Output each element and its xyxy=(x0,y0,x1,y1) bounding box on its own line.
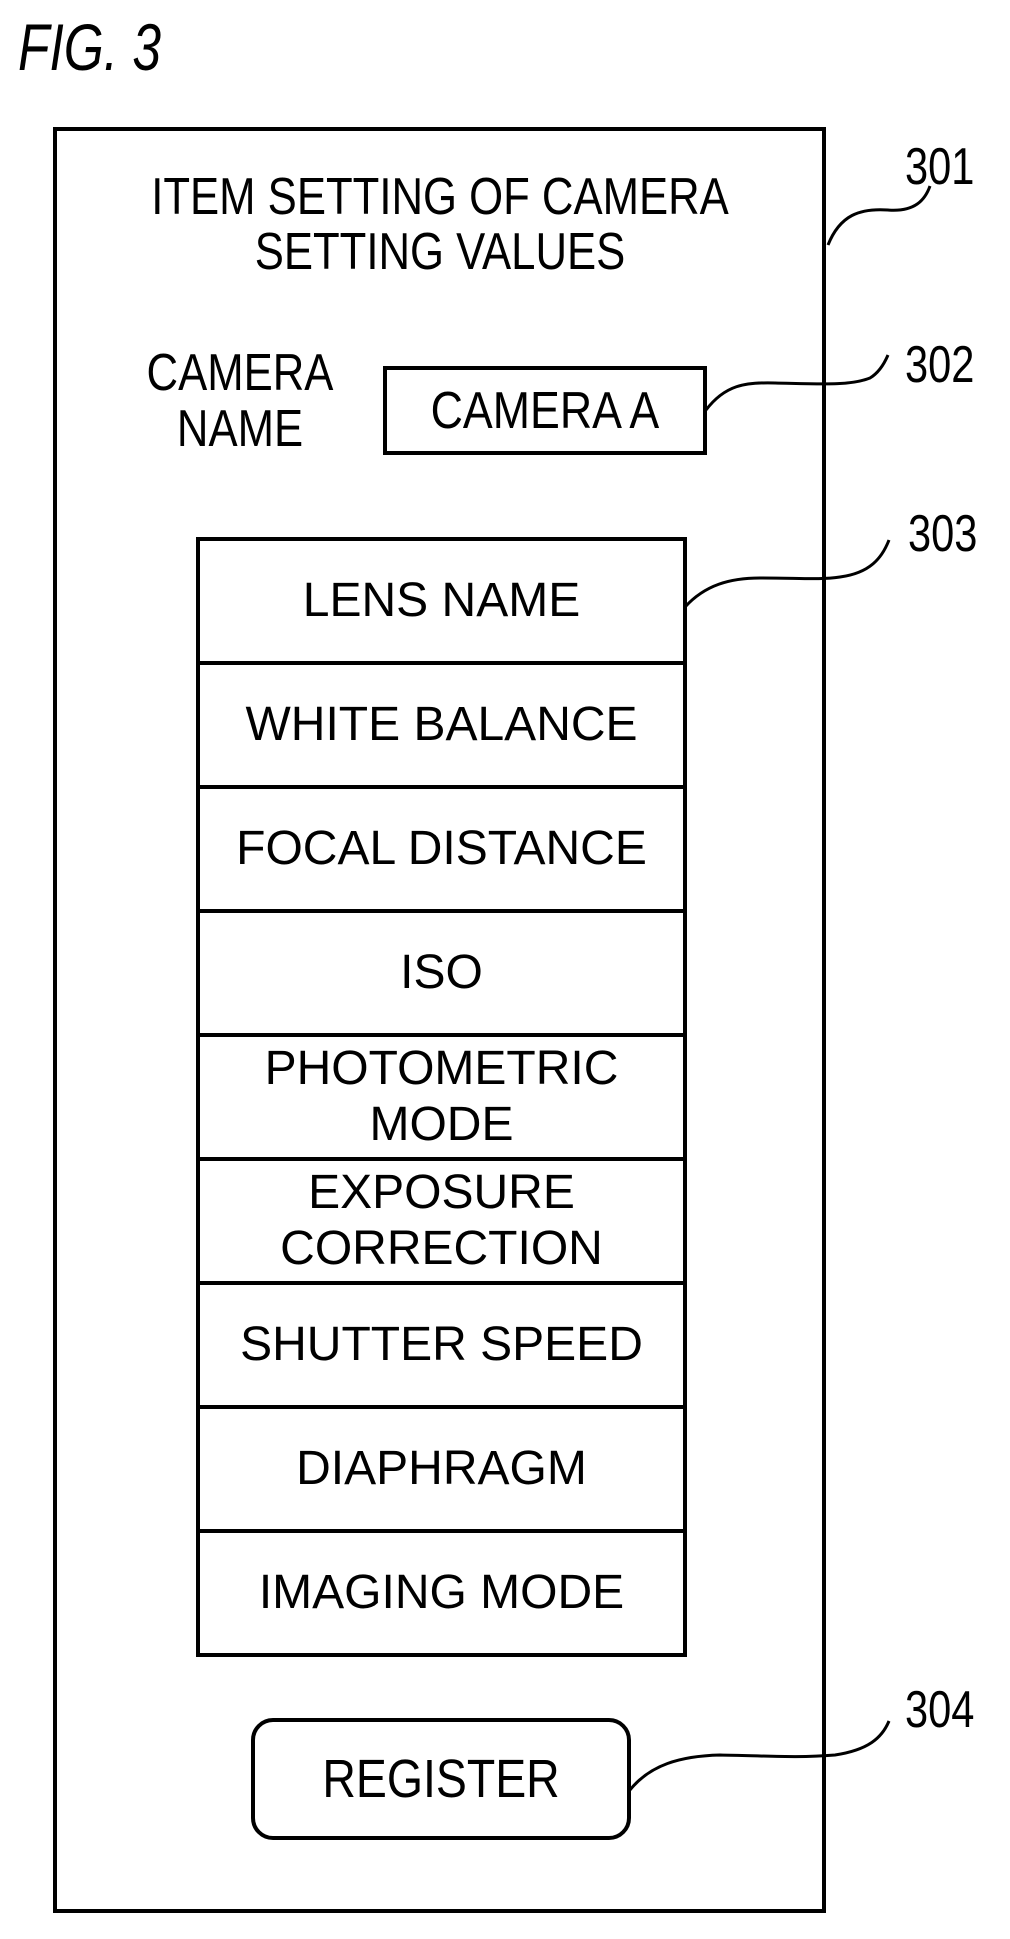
setting-item-label: LENS NAME xyxy=(302,574,581,627)
setting-item-label: SHUTTER SPEED xyxy=(240,1318,643,1371)
reference-numeral-303: 303 xyxy=(908,505,978,563)
setting-item-imaging-mode[interactable]: IMAGING MODE xyxy=(200,1533,683,1653)
setting-item-label: FOCAL DISTANCE xyxy=(236,822,647,875)
camera-name-label-line-2: NAME xyxy=(176,400,304,458)
camera-name-label: CAMERA NAME xyxy=(110,345,370,457)
setting-item-white-balance[interactable]: WHITE BALANCE xyxy=(200,665,683,789)
setting-item-label: ISO xyxy=(400,946,483,999)
setting-item-iso[interactable]: ISO xyxy=(200,913,683,1037)
setting-item-lens-name[interactable]: LENS NAME xyxy=(200,541,683,665)
setting-item-photometric-mode[interactable]: PHOTOMETRIC MODE xyxy=(200,1037,683,1161)
screen-title-line-2: SETTING VALUES xyxy=(254,223,626,281)
setting-item-label: DIAPHRAGM xyxy=(296,1442,587,1495)
setting-items-list: LENS NAME WHITE BALANCE FOCAL DISTANCE I… xyxy=(196,537,687,1657)
setting-item-shutter-speed[interactable]: SHUTTER SPEED xyxy=(200,1285,683,1409)
register-button[interactable]: REGISTER xyxy=(251,1718,631,1840)
setting-item-label: EXPOSURE CORRECTION xyxy=(280,1166,603,1275)
setting-item-label: IMAGING MODE xyxy=(258,1566,625,1619)
figure-label: FIG. 3 xyxy=(18,10,162,84)
setting-item-label: WHITE BALANCE xyxy=(245,698,638,751)
reference-numeral-304: 304 xyxy=(905,1681,975,1739)
setting-item-focal-distance[interactable]: FOCAL DISTANCE xyxy=(200,789,683,913)
camera-name-field[interactable]: CAMERA A xyxy=(383,366,707,455)
setting-item-exposure-correction[interactable]: EXPOSURE CORRECTION xyxy=(200,1161,683,1285)
screen-title: ITEM SETTING OF CAMERA SETTING VALUES xyxy=(60,170,820,280)
camera-name-label-line-1: CAMERA xyxy=(146,344,334,402)
register-button-label: REGISTER xyxy=(322,1749,560,1809)
setting-item-label: PHOTOMETRIC MODE xyxy=(264,1042,619,1151)
reference-numeral-302: 302 xyxy=(905,336,975,394)
setting-item-diaphragm[interactable]: DIAPHRAGM xyxy=(200,1409,683,1533)
screen-title-line-1: ITEM SETTING OF CAMERA xyxy=(151,168,729,226)
reference-numeral-301: 301 xyxy=(905,138,975,196)
camera-name-value: CAMERA A xyxy=(430,381,660,440)
